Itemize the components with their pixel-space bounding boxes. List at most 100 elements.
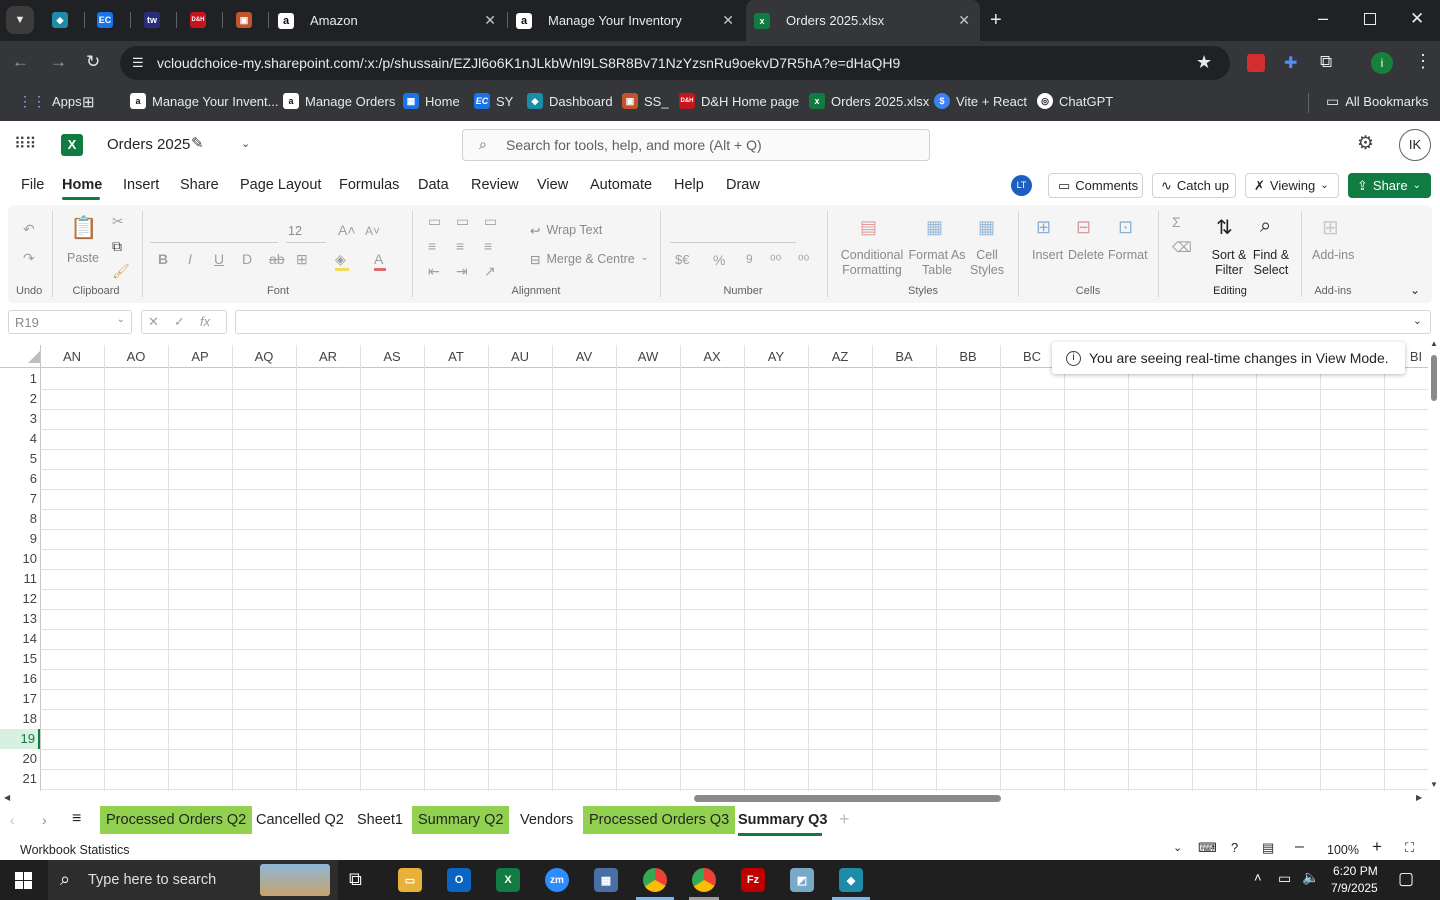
bookmark-home[interactable]: ▦ Home [403,93,460,109]
bookmark-dh-home[interactable]: D&H D&H Home page [679,93,799,109]
column-header[interactable]: AW [616,345,680,367]
notifications-icon[interactable]: ▢ [1398,869,1414,889]
document-title[interactable]: Orders 2025 [107,136,190,153]
conditional-formatting-icon[interactable]: ▤ [860,217,877,238]
insert-function-icon[interactable]: fx [200,314,210,329]
restore-icon[interactable] [1364,13,1376,25]
sheet-tab-processed-orders-q2[interactable]: Processed Orders Q2 [100,806,253,834]
bookmark-manage-orders[interactable]: a Manage Orders [283,93,395,109]
tab-file[interactable]: File [21,177,44,193]
zoom-in-icon[interactable]: + [1372,837,1382,857]
site-info-icon[interactable]: ☰ [132,55,144,71]
conditional-formatting-button[interactable]: Conditional Formatting [840,248,904,278]
row-header[interactable]: 6 [0,469,40,489]
clock-date[interactable]: 7/9/2025 [1331,881,1378,895]
back-icon[interactable]: ← [12,52,29,72]
sheet-tab-processed-orders-q3[interactable]: Processed Orders Q3 [583,806,736,834]
filezilla-icon[interactable]: Fz [741,868,765,892]
tab-share[interactable]: Share [180,177,219,193]
cut-icon[interactable]: ✂ [112,213,124,230]
bookmark-dashboard[interactable]: ◆ Dashboard [527,93,613,109]
delete-cells-icon[interactable]: ⊟ [1076,217,1091,238]
row-header[interactable]: 10 [0,549,40,569]
horizontal-scroll-thumb[interactable] [694,795,1001,802]
enter-check-icon[interactable]: ✓ [174,314,185,330]
search-box[interactable]: ⌕ Search for tools, help, and more (Alt … [462,129,930,161]
row-header[interactable]: 17 [0,689,40,709]
align-middle-icon[interactable]: ▭ [456,213,469,230]
add-sheet-plus-icon[interactable]: + [839,809,850,830]
percent-button[interactable]: % [713,252,725,268]
catchup-button[interactable]: ∿ Catch up [1152,173,1236,198]
new-tab-plus-icon[interactable]: + [990,9,1002,32]
align-top-icon[interactable]: ▭ [428,213,441,230]
addins-icon[interactable]: ⊞ [1322,215,1339,240]
clock-time[interactable]: 6:20 PM [1333,864,1378,878]
format-painter-icon[interactable]: 🖌 [112,263,130,280]
copy-icon[interactable]: ⧉ [112,238,122,255]
zoom-level[interactable]: 100% [1327,843,1359,857]
bold-icon[interactable]: B [158,251,168,267]
chrome-icon-2[interactable] [692,868,716,892]
currency-button[interactable]: $€ [675,252,689,267]
sheet-tab-cancelled-q2[interactable]: Cancelled Q2 [250,806,350,834]
increase-font-icon[interactable]: A˄ [338,222,356,238]
align-bottom-icon[interactable]: ▭ [484,213,497,230]
column-header[interactable]: AO [104,345,168,367]
browser-menu-icon[interactable]: ⋮ [1414,51,1432,72]
row-header[interactable]: 5 [0,449,40,469]
page-view-icon[interactable]: ▤ [1262,840,1274,856]
browser-tab-manage-inventory[interactable]: a Manage Your Inventory ✕ [508,6,744,35]
row-header[interactable]: 12 [0,589,40,609]
close-icon[interactable]: ✕ [484,12,496,29]
find-select-icon[interactable]: ⌕ [1260,215,1271,238]
column-header[interactable]: AZ [808,345,872,367]
comments-button[interactable]: ▭ Comments [1048,173,1143,198]
pinned-tab-dh-icon[interactable]: D&H [190,12,206,28]
decrease-font-icon[interactable]: A˅ [365,224,380,238]
wrap-text-button[interactable]: ↩ Wrap Text [530,223,602,238]
extension-blue-icon[interactable]: ✚ [1284,53,1297,73]
tab-view[interactable]: View [537,177,568,193]
extension-red-icon[interactable] [1247,54,1265,72]
expand-formula-chevron-icon[interactable]: ⌄ [1413,314,1422,327]
browser-tab-amazon[interactable]: a Amazon ✕ [270,6,506,35]
tray-chevron-up-icon[interactable]: ˄ [1254,870,1262,885]
row-header[interactable]: 14 [0,629,40,649]
row-header[interactable]: 21 [0,769,40,789]
bookmark-sy[interactable]: EC SY [474,93,513,109]
increase-decimal-icon[interactable]: ⁰⁰ [770,252,781,269]
font-name-select[interactable] [150,219,278,243]
borders-icon[interactable]: ⊞ [296,251,308,268]
number-format-select[interactable] [670,219,796,243]
scroll-left-icon[interactable]: ◀ [4,793,10,802]
row-header[interactable]: 9 [0,529,40,549]
format-as-table-button[interactable]: Format As Table [906,248,968,278]
format-as-table-icon[interactable]: ▦ [926,217,943,238]
row-header[interactable]: 20 [0,749,40,769]
help-icon[interactable]: ? [1231,840,1238,855]
row-header[interactable]: 13 [0,609,40,629]
insert-cells-button[interactable]: Insert [1032,248,1063,262]
extensions-puzzle-icon[interactable]: ⧉ [1320,52,1332,72]
app-launcher-icon[interactable]: ⠿⠿ [14,134,36,154]
row-header[interactable]: 7 [0,489,40,509]
row-header[interactable]: 3 [0,409,40,429]
bookmark-ss[interactable]: ▣ SS_ [622,93,669,109]
paste-label[interactable]: Paste [67,251,99,265]
share-button[interactable]: ⇪ Share ⌄ [1348,173,1431,198]
close-icon[interactable]: ✕ [722,12,734,29]
sheet-tab-sheet1[interactable]: Sheet1 [351,806,409,834]
column-header[interactable]: AV [552,345,616,367]
sheet-tab-summary-q2[interactable]: Summary Q2 [412,806,510,834]
tab-search-button[interactable]: ▼ [6,6,34,34]
collaborator-avatar[interactable]: LT [1011,175,1032,196]
url-field[interactable]: ☰ vcloudchoice-my.sharepoint.com/:x:/p/s… [120,46,1230,80]
bookmark-grid-icon[interactable]: ⊞ [82,93,95,111]
column-header[interactable]: AT [424,345,488,367]
forward-icon[interactable]: → [50,52,67,72]
scroll-up-icon[interactable]: ▲ [1430,339,1438,348]
edit-title-icon[interactable]: ✎ [191,134,204,152]
clear-eraser-icon[interactable]: ⌫ [1172,239,1192,256]
reload-icon[interactable]: ↻ [86,52,100,72]
